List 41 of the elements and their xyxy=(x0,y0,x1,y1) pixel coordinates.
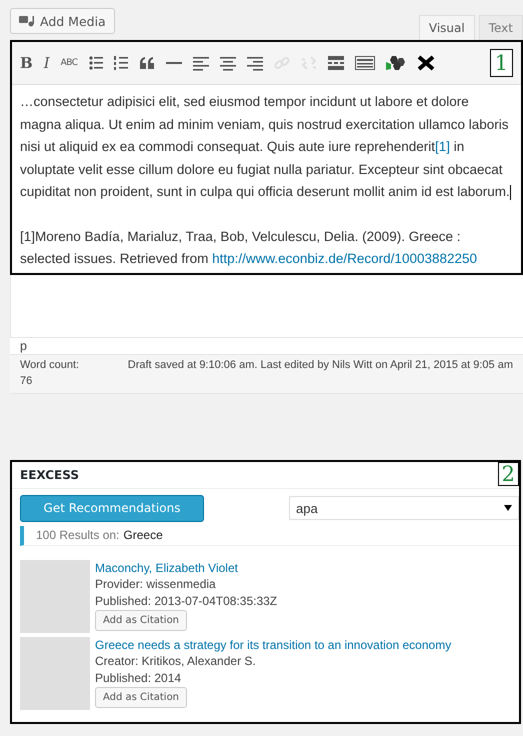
read-more-icon[interactable] xyxy=(328,55,344,71)
media-icon xyxy=(19,14,35,28)
panel-title: EEXCESS xyxy=(19,466,80,484)
results-query: Greece xyxy=(123,526,163,544)
numbered-list-icon[interactable] xyxy=(114,55,128,71)
add-citation-button[interactable]: Add as Citation xyxy=(95,610,188,631)
body-paragraph: …consectetur adipisici elit, sed eiusmod tempor incidunt ut labore et dolore magna aliqua. Ut enim ad minim veniam, quis nostrud exercitation ullamco laboris nisi ut aliquid ex ea commodi consequat. Quis aute iure reprehenderit[1] in voluptate velit esse cillum dolore eu fugiat nulla pariatur. Excepteur sint obcaecat cupiditat non proident, sunt in culpa qui officia deserunt mollit anim id est laborum. xyxy=(20,93,512,202)
marker-label: 2 xyxy=(498,462,519,486)
footnote-link[interactable]: [1] xyxy=(435,139,450,154)
keyboard-icon[interactable] xyxy=(354,55,375,71)
style-select[interactable]: apa xyxy=(289,496,519,520)
hexagons-icon[interactable] xyxy=(386,55,406,71)
strikethrough-button[interactable]: ABC xyxy=(60,58,78,68)
results-label: 100 Results on: xyxy=(36,526,120,544)
align-right-icon[interactable] xyxy=(246,55,263,71)
add-citation-button[interactable]: Add as Citation xyxy=(95,687,188,708)
text-cursor xyxy=(510,184,511,200)
editor-tab[interactable]: Text xyxy=(478,15,523,40)
draft-status: Draft saved at 9:10:06 am. Last edited by Nils Witt on April 21, 2015 at 9:05 am xyxy=(126,358,513,372)
bold-button[interactable]: B xyxy=(20,54,33,72)
reference-text: [1]Moreno Badía, Marialuz, Traa, Bob, Velculescu, Delia. (2009). Greece : selected issues. Retrieved from http://www.econbiz.de/Record/10003882250 xyxy=(20,228,478,268)
add-media-button[interactable]: Add Media xyxy=(10,8,115,34)
element-path: p xyxy=(10,336,523,354)
result-detail: Provider: wissenmedia xyxy=(95,576,216,592)
result-detail: Published: 2013-07-04T08:35:33Z xyxy=(95,592,278,609)
italic-button[interactable]: I xyxy=(44,54,50,72)
align-center-icon[interactable] xyxy=(220,55,236,71)
reference-link[interactable]: http://www.econbiz.de/Record/10003882250 xyxy=(212,251,478,266)
close-icon[interactable] xyxy=(416,55,435,71)
word-count-label: Word count: xyxy=(20,358,80,372)
word-count: 76 xyxy=(20,374,34,388)
result-title-link[interactable]: Greece needs a strategy for its transition to an innovation economy xyxy=(95,636,452,653)
quote-icon[interactable] xyxy=(138,55,155,71)
marker-label: 1 xyxy=(490,49,513,77)
result-detail: Published: 2014 xyxy=(95,670,182,686)
align-left-icon[interactable] xyxy=(192,55,209,71)
result-title-link[interactable]: Maconchy, Elizabeth Violet xyxy=(95,560,238,576)
bullet-list-icon[interactable] xyxy=(88,55,103,71)
caret-icon xyxy=(504,505,512,511)
result-detail: Creator: Kritikos, Alexander S. xyxy=(95,653,256,670)
editor-tab[interactable]: Visual xyxy=(418,15,475,40)
